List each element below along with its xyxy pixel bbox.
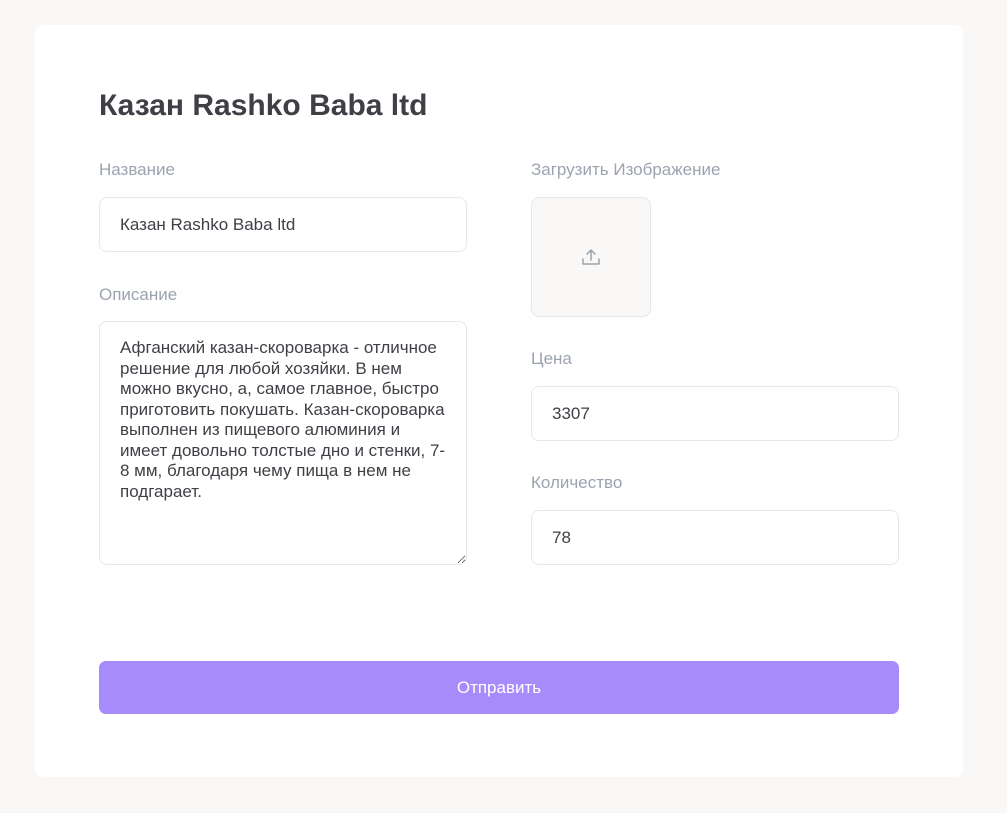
description-label: Описание xyxy=(99,285,178,304)
quantity-input[interactable] xyxy=(531,510,899,565)
submit-button[interactable]: Отправить xyxy=(99,661,899,714)
name-input[interactable] xyxy=(99,197,467,252)
price-label: Цена xyxy=(531,349,572,368)
quantity-label: Количество xyxy=(531,473,623,492)
upload-image-button[interactable] xyxy=(531,197,651,317)
product-form-card: Казан Rashko Baba ltd Название Описание … xyxy=(35,25,963,777)
upload-image-label: Загрузить Изображение xyxy=(531,160,721,179)
price-input[interactable] xyxy=(531,386,899,441)
page-title: Казан Rashko Baba ltd xyxy=(99,89,428,122)
upload-icon xyxy=(582,249,600,265)
name-label: Название xyxy=(99,160,175,179)
description-textarea[interactable]: Афганский казан-скороварка - отличное ре… xyxy=(99,321,467,565)
